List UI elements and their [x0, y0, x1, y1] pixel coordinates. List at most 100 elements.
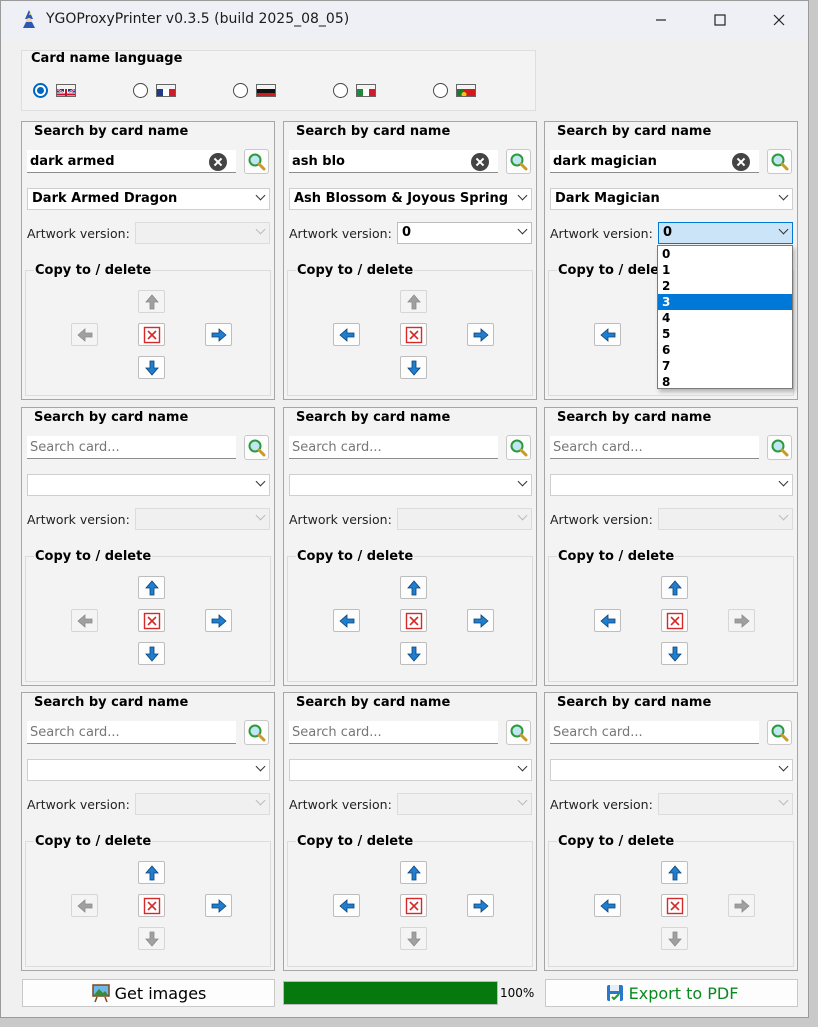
artwork-version-select[interactable] — [397, 508, 532, 530]
copy-left-button[interactable] — [333, 323, 360, 346]
copy-up-button[interactable] — [661, 861, 688, 884]
copy-down-button[interactable] — [138, 927, 165, 950]
card-search-input[interactable] — [289, 436, 498, 459]
search-button[interactable] — [244, 149, 269, 174]
artwork-version-select[interactable]: 0 — [397, 222, 532, 244]
copy-up-button[interactable] — [138, 290, 165, 313]
copy-right-button[interactable] — [728, 609, 755, 632]
artwork-version-label: Artwork version: — [27, 226, 130, 241]
card-name-select[interactable]: Ash Blossom & Joyous Spring — [289, 188, 532, 210]
copy-down-button[interactable] — [138, 642, 165, 665]
clear-search-icon[interactable] — [732, 153, 750, 171]
card-name-select[interactable] — [550, 759, 793, 781]
delete-button[interactable] — [138, 894, 165, 917]
card-name-select[interactable] — [289, 474, 532, 496]
card-name-select[interactable]: Dark Magician — [550, 188, 793, 210]
copy-down-button[interactable] — [661, 927, 688, 950]
delete-button[interactable] — [400, 609, 427, 632]
search-button[interactable] — [767, 720, 792, 745]
copy-right-button[interactable] — [467, 323, 494, 346]
artwork-version-select[interactable] — [135, 793, 270, 815]
artwork-option-item[interactable]: 7 — [658, 358, 792, 374]
copy-down-button[interactable] — [400, 356, 427, 379]
card-search-input[interactable] — [289, 150, 498, 173]
radio-italian[interactable] — [333, 83, 348, 98]
copy-left-button[interactable] — [71, 894, 98, 917]
delete-button[interactable] — [138, 609, 165, 632]
copy-left-button[interactable] — [594, 609, 621, 632]
artwork-version-select[interactable] — [658, 508, 793, 530]
close-button[interactable] — [756, 5, 802, 35]
copy-up-button[interactable] — [400, 290, 427, 313]
search-button[interactable] — [244, 435, 269, 460]
delete-button[interactable] — [661, 609, 688, 632]
card-name-select[interactable] — [27, 474, 270, 496]
radio-french[interactable] — [133, 83, 148, 98]
artwork-option-item[interactable]: 3 — [658, 294, 792, 310]
clear-search-icon[interactable] — [209, 153, 227, 171]
card-search-input[interactable] — [550, 721, 759, 744]
artwork-option-item[interactable]: 2 — [658, 278, 792, 294]
search-button[interactable] — [506, 435, 531, 460]
artwork-version-select[interactable] — [135, 508, 270, 530]
artwork-option-item[interactable]: 6 — [658, 342, 792, 358]
artwork-option-item[interactable]: 1 — [658, 262, 792, 278]
copy-left-button[interactable] — [71, 323, 98, 346]
artwork-version-select[interactable] — [397, 793, 532, 815]
search-button[interactable] — [506, 149, 531, 174]
copy-down-button[interactable] — [661, 642, 688, 665]
card-name-select[interactable] — [289, 759, 532, 781]
copy-right-button[interactable] — [205, 609, 232, 632]
copy-left-button[interactable] — [594, 323, 621, 346]
artwork-option-item[interactable]: 4 — [658, 310, 792, 326]
card-name-select[interactable] — [550, 474, 793, 496]
get-images-button[interactable]: Get images — [22, 979, 275, 1007]
copy-right-button[interactable] — [467, 894, 494, 917]
copy-up-button[interactable] — [138, 861, 165, 884]
search-button[interactable] — [506, 720, 531, 745]
card-name-select[interactable]: Dark Armed Dragon — [27, 188, 270, 210]
copy-left-button[interactable] — [71, 609, 98, 632]
search-button[interactable] — [244, 720, 269, 745]
search-button[interactable] — [767, 435, 792, 460]
radio-portuguese[interactable] — [433, 83, 448, 98]
export-to-pdf-button[interactable]: Export to PDF — [545, 979, 798, 1007]
copy-up-button[interactable] — [400, 576, 427, 599]
delete-button[interactable] — [400, 323, 427, 346]
copy-left-button[interactable] — [333, 609, 360, 632]
copy-right-button[interactable] — [467, 609, 494, 632]
copy-down-button[interactable] — [400, 642, 427, 665]
minimize-button[interactable] — [638, 5, 684, 35]
radio-german[interactable] — [233, 83, 248, 98]
delete-button[interactable] — [661, 894, 688, 917]
card-search-input[interactable] — [27, 436, 236, 459]
card-search-input[interactable] — [289, 721, 498, 744]
card-search-input[interactable] — [27, 150, 236, 173]
search-button[interactable] — [767, 149, 792, 174]
copy-left-button[interactable] — [594, 894, 621, 917]
card-name-select[interactable] — [27, 759, 270, 781]
copy-right-button[interactable] — [728, 894, 755, 917]
card-search-input[interactable] — [27, 721, 236, 744]
artwork-version-select[interactable]: 0 — [658, 222, 793, 244]
delete-button[interactable] — [400, 894, 427, 917]
copy-left-button[interactable] — [333, 894, 360, 917]
artwork-version-select[interactable] — [135, 222, 270, 244]
artwork-option-item[interactable]: 0 — [658, 246, 792, 262]
artwork-version-select[interactable] — [658, 793, 793, 815]
delete-button[interactable] — [138, 323, 165, 346]
copy-up-button[interactable] — [138, 576, 165, 599]
copy-down-button[interactable] — [400, 927, 427, 950]
artwork-option-item[interactable]: 5 — [658, 326, 792, 342]
copy-up-button[interactable] — [400, 861, 427, 884]
artwork-option-item[interactable]: 8 — [658, 374, 792, 390]
card-search-input[interactable] — [550, 436, 759, 459]
maximize-button[interactable] — [697, 5, 743, 35]
copy-right-button[interactable] — [205, 894, 232, 917]
copy-up-button[interactable] — [661, 576, 688, 599]
radio-english[interactable] — [33, 83, 48, 98]
card-search-input[interactable] — [550, 150, 759, 173]
copy-down-button[interactable] — [138, 356, 165, 379]
copy-right-button[interactable] — [205, 323, 232, 346]
clear-search-icon[interactable] — [471, 153, 489, 171]
